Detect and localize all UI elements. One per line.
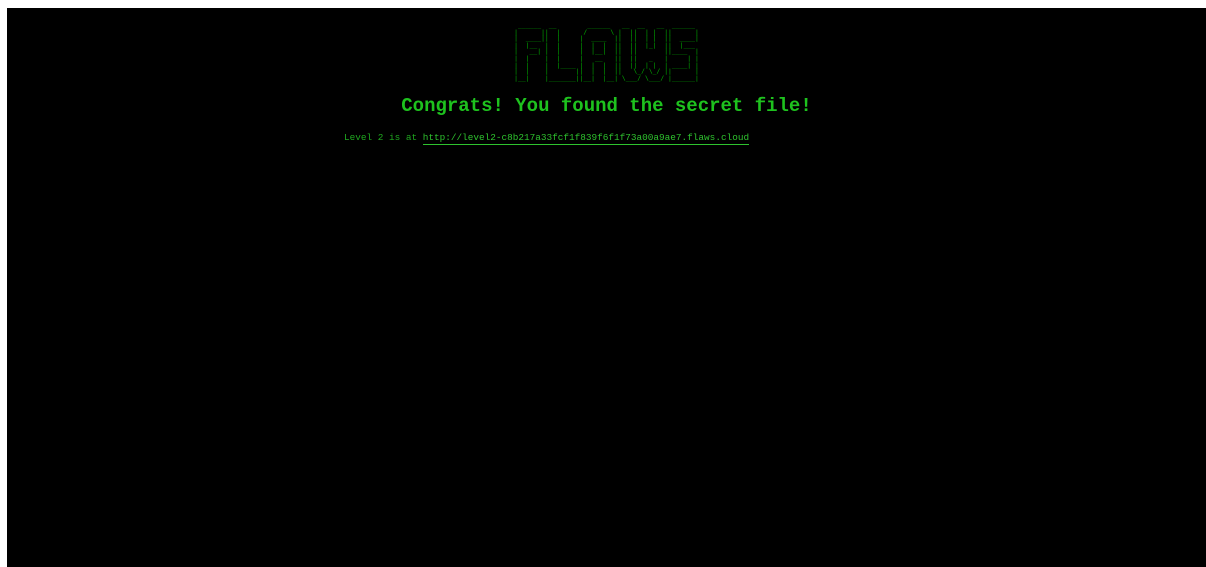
logo-container: ______ __ ______ __ __ __ ______ | || | …: [7, 22, 1206, 85]
ascii-art-logo: ______ __ ______ __ __ __ ______ | || | …: [514, 21, 699, 82]
level-2-message: Level 2 is at http://level2-c8b217a33fcf…: [344, 132, 750, 145]
browser-viewport: ______ __ ______ __ __ __ ______ | || | …: [7, 8, 1206, 567]
page-title: Congrats! You found the secret file!: [401, 95, 812, 117]
level-prefix-text: Level 2 is at: [344, 132, 423, 143]
level-2-link[interactable]: http://level2-c8b217a33fcf1f839f6f1f73a0…: [422, 132, 750, 145]
